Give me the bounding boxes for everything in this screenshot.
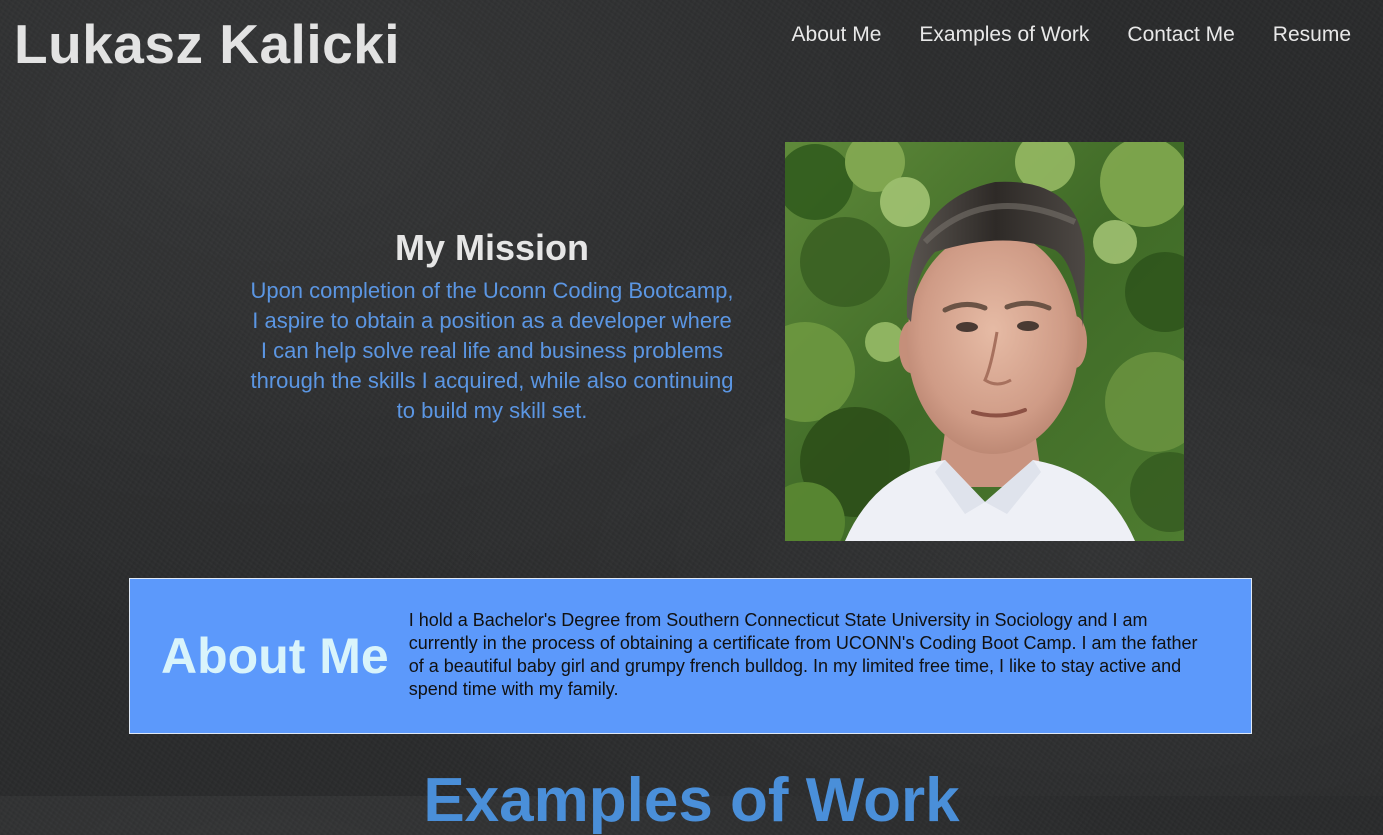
about-text: I hold a Bachelor's Degree from Southern…	[408, 609, 1198, 699]
work-heading: Examples of Work	[423, 766, 960, 835]
mission-heading: My Mission	[394, 227, 590, 268]
nav-contact-me[interactable]: Contact Me	[1127, 22, 1234, 47]
site-title: Lukasz Kalicki	[14, 13, 401, 75]
nav-about-me[interactable]: About Me	[792, 22, 882, 47]
mission-text: Upon completion of the Uconn Coding Boot…	[250, 277, 734, 423]
nav-examples-of-work[interactable]: Examples of Work	[919, 22, 1089, 47]
main-nav: About Me Examples of Work Contact Me Res…	[792, 22, 1351, 47]
about-heading: About Me	[161, 627, 389, 684]
mission-section: My Mission Upon completion of the Uconn …	[248, 228, 736, 426]
profile-photo	[785, 142, 1184, 541]
about-section: About Me I hold a Bachelor's Degree from…	[129, 578, 1252, 734]
nav-resume[interactable]: Resume	[1273, 22, 1351, 47]
